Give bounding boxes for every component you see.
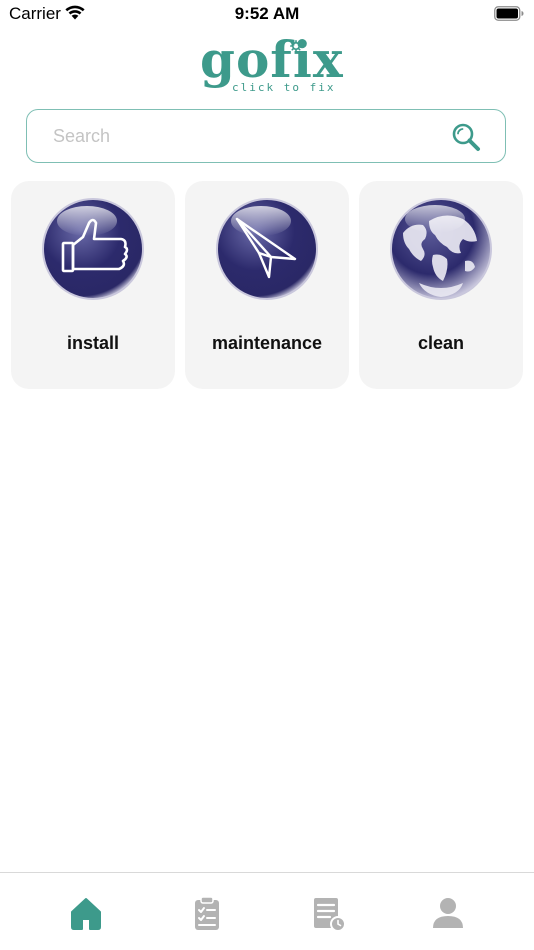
- category-card-install[interactable]: install: [11, 181, 175, 389]
- category-card-maintenance[interactable]: maintenance: [185, 181, 349, 389]
- home-icon[interactable]: [66, 893, 106, 933]
- globe-icon: [390, 198, 492, 300]
- search-icon[interactable]: [451, 122, 481, 152]
- category-label: clean: [417, 333, 465, 353]
- user-icon[interactable]: [428, 893, 468, 933]
- category-label: maintenance: [211, 333, 323, 353]
- gear-icon: [290, 40, 302, 52]
- logo-tagline: click to fix: [232, 81, 336, 94]
- home-screen: Carrier 9:52 AM gofix click to fix Searc…: [0, 0, 534, 950]
- status-bar: Carrier 9:52 AM: [0, 0, 534, 28]
- category-card-clean[interactable]: clean: [359, 181, 523, 389]
- paper-plane-icon: [216, 198, 318, 300]
- battery-icon: [494, 6, 524, 21]
- clock: 9:52 AM: [234, 4, 300, 23]
- thumbs-up-icon: [42, 198, 144, 300]
- search-input[interactable]: [51, 110, 435, 163]
- document-clock-icon[interactable]: [308, 893, 348, 933]
- search-bar: [26, 109, 506, 163]
- clipboard-check-icon[interactable]: [187, 893, 227, 933]
- tab-bar: [0, 872, 534, 950]
- gofix-logo: gofix click to fix: [200, 30, 343, 100]
- category-label: install: [66, 333, 119, 353]
